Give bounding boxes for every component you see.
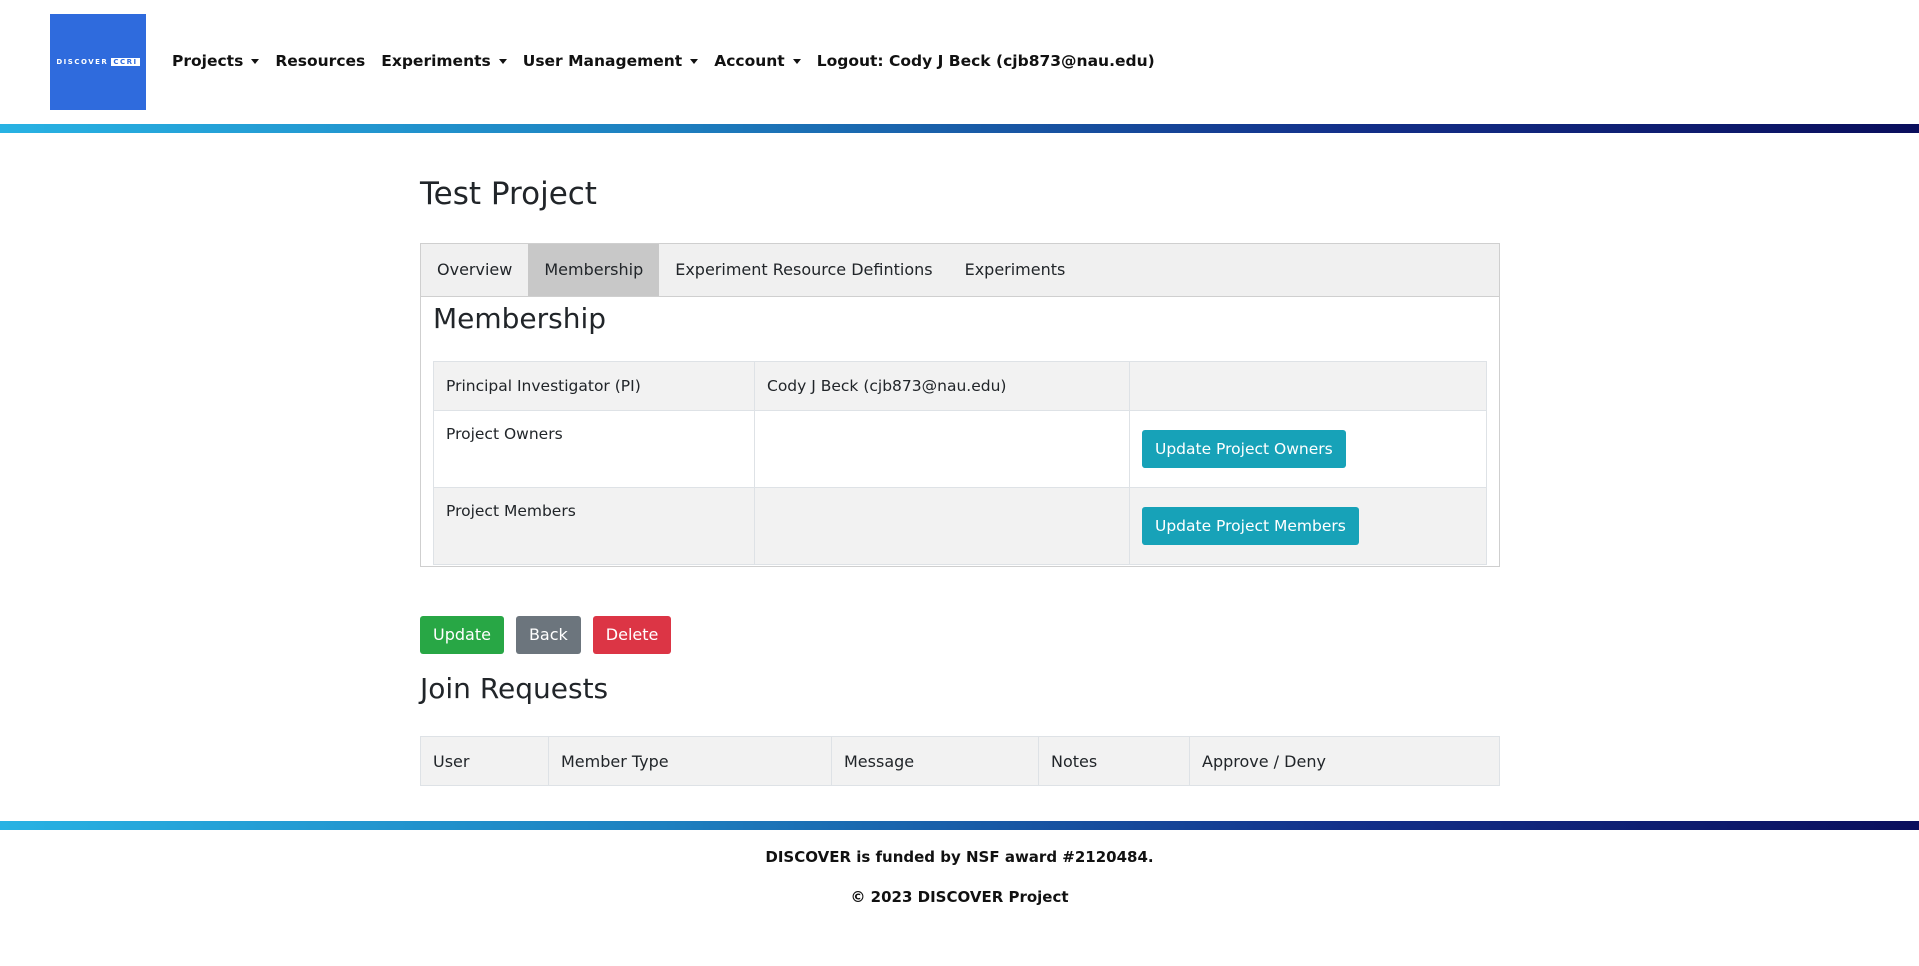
caret-down-icon xyxy=(690,58,699,64)
nav-account-label: Account xyxy=(714,52,785,70)
discover-logo[interactable]: DISCOVER CCRI xyxy=(50,14,146,110)
table-row: Project Owners Update Project Owners xyxy=(433,410,1487,488)
nav-resources-label: Resources xyxy=(275,52,366,70)
site-header: DISCOVER CCRI Projects Resources Experime… xyxy=(0,0,1919,125)
caret-down-icon xyxy=(792,58,801,64)
caret-down-icon xyxy=(498,58,507,64)
nav-logout-link[interactable]: Logout: Cody J Beck (cjb873@nau.edu) xyxy=(817,52,1155,70)
table-row: Project Members Update Project Members xyxy=(433,487,1487,565)
project-members-label: Project Members xyxy=(433,487,755,565)
nav-resources-link[interactable]: Resources xyxy=(275,52,365,70)
pi-action-cell xyxy=(1129,361,1487,411)
nav-experiments-dropdown[interactable]: Experiments xyxy=(381,52,507,70)
funding-notice: DISCOVER is funded by NSF award #2120484… xyxy=(765,848,1154,866)
project-owners-action-cell: Update Project Owners xyxy=(1129,410,1487,488)
membership-table: Principal Investigator (PI) Cody J Beck … xyxy=(433,361,1487,565)
logo-text: DISCOVER CCRI xyxy=(56,58,140,66)
column-header-notes: Notes xyxy=(1038,736,1190,786)
project-owners-label: Project Owners xyxy=(433,410,755,488)
tab-overview[interactable]: Overview xyxy=(421,244,528,296)
back-button[interactable]: Back xyxy=(515,616,581,654)
nav-projects-dropdown[interactable]: Projects xyxy=(172,52,260,70)
update-project-members-button[interactable]: Update Project Members xyxy=(1142,507,1359,545)
join-requests-heading: Join Requests xyxy=(420,672,609,705)
update-button[interactable]: Update xyxy=(420,616,504,654)
update-project-owners-button[interactable]: Update Project Owners xyxy=(1142,430,1346,468)
nav-user-management-label: User Management xyxy=(522,52,683,70)
site-footer: DISCOVER is funded by NSF award #2120484… xyxy=(0,848,1919,906)
project-actions: Update Back Delete xyxy=(420,616,672,654)
project-card: Overview Membership Experiment Resource … xyxy=(420,243,1500,567)
project-owners-value xyxy=(754,410,1130,488)
delete-button[interactable]: Delete xyxy=(592,616,672,654)
tab-experiments[interactable]: Experiments xyxy=(949,244,1082,296)
nav-account-dropdown[interactable]: Account xyxy=(714,52,801,70)
column-header-member-type: Member Type xyxy=(548,736,832,786)
nav-projects-label: Projects xyxy=(172,52,244,70)
project-members-action-cell: Update Project Members xyxy=(1129,487,1487,565)
pi-value: Cody J Beck (cjb873@nau.edu) xyxy=(754,361,1130,411)
tab-membership[interactable]: Membership xyxy=(528,244,660,296)
membership-heading: Membership xyxy=(433,302,607,335)
main-nav: Projects Resources Experiments User Mana… xyxy=(172,50,1171,72)
copyright-notice: © 2023 DISCOVER Project xyxy=(850,888,1069,906)
nav-experiments-label: Experiments xyxy=(381,52,491,70)
page-title: Test Project xyxy=(420,176,597,212)
nav-logout-label: Logout: Cody J Beck (cjb873@nau.edu) xyxy=(816,52,1155,70)
column-header-user: User xyxy=(420,736,549,786)
header-gradient-band xyxy=(0,124,1919,133)
pi-label: Principal Investigator (PI) xyxy=(433,361,755,411)
table-row: Principal Investigator (PI) Cody J Beck … xyxy=(433,361,1487,411)
table-header-row: User Member Type Message Notes Approve /… xyxy=(420,736,1500,786)
project-members-value xyxy=(754,487,1130,565)
tab-experiment-resource-definitions[interactable]: Experiment Resource Defintions xyxy=(659,244,948,296)
main-content: Test Project Overview Membership Experim… xyxy=(420,160,1500,786)
column-header-approve-deny: Approve / Deny xyxy=(1189,736,1500,786)
caret-down-icon xyxy=(251,58,260,64)
footer-gradient-band xyxy=(0,821,1919,830)
project-tabs: Overview Membership Experiment Resource … xyxy=(421,244,1499,297)
column-header-message: Message xyxy=(831,736,1039,786)
nav-user-management-dropdown[interactable]: User Management xyxy=(522,52,699,70)
join-requests-table: User Member Type Message Notes Approve /… xyxy=(420,736,1500,786)
